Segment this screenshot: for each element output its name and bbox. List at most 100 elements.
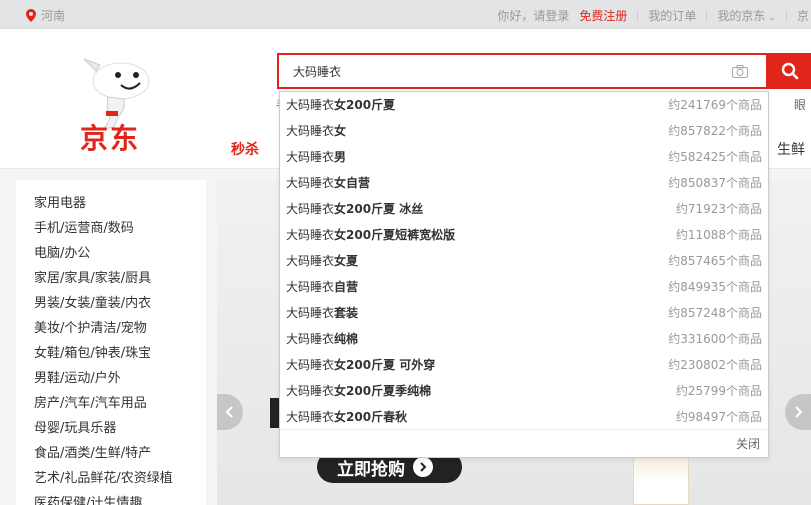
category-item[interactable]: 医药保健/计生情趣: [16, 491, 206, 505]
location-selector[interactable]: 河南: [26, 7, 65, 24]
suggestion-prefix: 大码睡衣: [286, 306, 335, 320]
suggestion-item[interactable]: 大码睡衣自营 约849935个商品: [280, 274, 768, 300]
suggestion-list: 大码睡衣女200斤夏 约241769个商品 大码睡衣女 约857822个商品 大码睡衣男…: [280, 92, 768, 430]
suggestion-completion: 自营: [334, 280, 359, 294]
arrow-right-icon: [413, 457, 433, 477]
category-item[interactable]: 电脑/办公: [16, 241, 206, 266]
banner-product-image: [633, 450, 689, 505]
search-box: [277, 53, 768, 89]
suggestion-keyword: 大码睡衣女200斤夏短裤宽松版: [286, 222, 455, 248]
more-link[interactable]: 京: [787, 7, 811, 24]
category-item[interactable]: 食品/酒类/生鲜/特产: [16, 441, 206, 466]
suggestion-keyword: 大码睡衣女自营: [286, 170, 370, 196]
my-jd-link[interactable]: 我的京东 ⌄: [707, 7, 786, 24]
camera-icon[interactable]: [732, 65, 748, 78]
suggestion-item[interactable]: 大码睡衣女200斤夏 可外穿 约230802个商品: [280, 352, 768, 378]
category-item[interactable]: 家用电器: [16, 191, 206, 216]
suggestion-prefix: 大码睡衣: [286, 280, 335, 294]
suggestion-count: 约241769个商品: [668, 98, 762, 112]
chevron-right-icon: [795, 406, 803, 418]
category-item[interactable]: 母婴/玩具乐器: [16, 416, 206, 441]
suggestion-count: 约857465个商品: [668, 254, 762, 268]
chevron-left-icon: [225, 406, 233, 418]
suggestion-item[interactable]: 大码睡衣女自营 约850837个商品: [280, 170, 768, 196]
suggestion-count: 约25799个商品: [675, 384, 762, 398]
nav-fresh[interactable]: 生鲜: [777, 139, 805, 159]
suggestion-prefix: 大码睡衣: [286, 254, 335, 268]
suggestion-prefix: 大码睡衣: [286, 228, 335, 242]
suggestion-count: 约857822个商品: [668, 124, 762, 138]
logo-text[interactable]: 京东: [80, 117, 140, 157]
nav-miaosha[interactable]: 秒杀: [231, 139, 259, 159]
suggestion-completion: 女: [334, 124, 347, 138]
suggestion-count: 约230802个商品: [668, 358, 762, 372]
suggestion-prefix: 大码睡衣: [286, 410, 335, 424]
suggestion-item[interactable]: 大码睡衣女200斤夏短裤宽松版 约11088个商品: [280, 222, 768, 248]
search-input[interactable]: [293, 55, 723, 87]
suggestion-item[interactable]: 大码睡衣纯棉 约331600个商品: [280, 326, 768, 352]
suggestion-keyword: 大码睡衣女200斤夏 可外穿: [286, 352, 435, 378]
suggestion-count: 约331600个商品: [668, 332, 762, 346]
suggestion-prefix: 大码睡衣: [286, 358, 335, 372]
suggestion-completion: 男: [334, 150, 347, 164]
suggestion-completion: 套装: [334, 306, 359, 320]
suggestion-completion: 女200斤夏: [334, 98, 396, 112]
suggestion-item[interactable]: 大码睡衣女 约857822个商品: [280, 118, 768, 144]
suggestion-prefix: 大码睡衣: [286, 98, 335, 112]
category-item[interactable]: 美妆/个护清洁/宠物: [16, 316, 206, 341]
suggestion-count: 约850837个商品: [668, 176, 762, 190]
suggestion-item[interactable]: 大码睡衣男 约582425个商品: [280, 144, 768, 170]
suggestion-item[interactable]: 大码睡衣女200斤春秋 约98497个商品: [280, 404, 768, 430]
suggestion-keyword: 大码睡衣套装: [286, 300, 358, 326]
suggestion-count: 约71923个商品: [675, 202, 762, 216]
suggestion-completion: 女夏: [334, 254, 359, 268]
my-orders-link[interactable]: 我的订单: [638, 7, 706, 24]
suggestion-keyword: 大码睡衣自营: [286, 274, 358, 300]
search-button[interactable]: [768, 53, 811, 89]
suggestion-completion: 女200斤夏短裤宽松版: [334, 228, 456, 242]
suggestion-completion: 纯棉: [334, 332, 359, 346]
suggestion-completion: 女200斤春秋: [334, 410, 408, 424]
suggestion-keyword: 大码睡衣女200斤夏 冰丝: [286, 196, 423, 222]
suggestion-keyword: 大码睡衣纯棉: [286, 326, 358, 352]
search-suggestion-dropdown: 大码睡衣女200斤夏 约241769个商品 大码睡衣女 约857822个商品 大码睡衣男…: [279, 91, 769, 458]
search-icon: [781, 62, 798, 80]
location-pin-icon: [26, 9, 36, 22]
category-item[interactable]: 房产/汽车/汽车用品: [16, 391, 206, 416]
category-item[interactable]: 家居/家具/家装/厨具: [16, 266, 206, 291]
my-jd-label: 我的京东: [717, 9, 766, 23]
hot-word-hint[interactable]: 眼: [794, 96, 806, 113]
category-item[interactable]: 女鞋/箱包/钟表/珠宝: [16, 341, 206, 366]
suggestion-count: 约11088个商品: [675, 228, 762, 242]
suggestion-completion: 女自营: [334, 176, 371, 190]
suggestion-completion: 女200斤夏 冰丝: [334, 202, 424, 216]
suggestion-footer: 关闭: [280, 429, 768, 457]
suggestion-prefix: 大码睡衣: [286, 332, 335, 346]
login-link[interactable]: 你好，请登录: [487, 7, 579, 24]
category-item[interactable]: 男鞋/运动/户外: [16, 366, 206, 391]
suggestion-count: 约582425个商品: [668, 150, 762, 164]
suggestion-item[interactable]: 大码睡衣女200斤夏 冰丝 约71923个商品: [280, 196, 768, 222]
suggestion-prefix: 大码睡衣: [286, 384, 335, 398]
suggestion-prefix: 大码睡衣: [286, 150, 335, 164]
chevron-down-icon: ⌄: [768, 13, 776, 23]
suggestion-keyword: 大码睡衣男: [286, 144, 346, 170]
category-menu: 家用电器 手机/运营商/数码 电脑/办公 家居/家具/家装/厨具 男装/女装/童…: [16, 180, 206, 505]
suggestion-item[interactable]: 大码睡衣女200斤夏 约241769个商品: [280, 92, 768, 118]
close-suggestions-button[interactable]: 关闭: [736, 437, 760, 451]
category-item[interactable]: 艺术/礼品鲜花/农资绿植: [16, 466, 206, 491]
buy-now-label: 立即抢购: [337, 459, 405, 480]
top-nav: 你好，请登录 免费注册 我的订单 我的京东 ⌄ 京: [487, 7, 811, 24]
suggestion-prefix: 大码睡衣: [286, 124, 335, 138]
category-item[interactable]: 男装/女装/童装/内衣: [16, 291, 206, 316]
category-item[interactable]: 手机/运营商/数码: [16, 216, 206, 241]
suggestion-keyword: 大码睡衣女200斤夏: [286, 92, 395, 118]
suggestion-item[interactable]: 大码睡衣女夏 约857465个商品: [280, 248, 768, 274]
suggestion-item[interactable]: 大码睡衣女200斤夏季纯棉 约25799个商品: [280, 378, 768, 404]
suggestion-completion: 女200斤夏季纯棉: [334, 384, 432, 398]
register-link[interactable]: 免费注册: [579, 7, 637, 24]
suggestion-prefix: 大码睡衣: [286, 202, 335, 216]
location-label: 河南: [41, 9, 66, 23]
top-bar: 河南 你好，请登录 免费注册 我的订单 我的京东 ⌄ 京: [0, 0, 811, 29]
suggestion-item[interactable]: 大码睡衣套装 约857248个商品: [280, 300, 768, 326]
